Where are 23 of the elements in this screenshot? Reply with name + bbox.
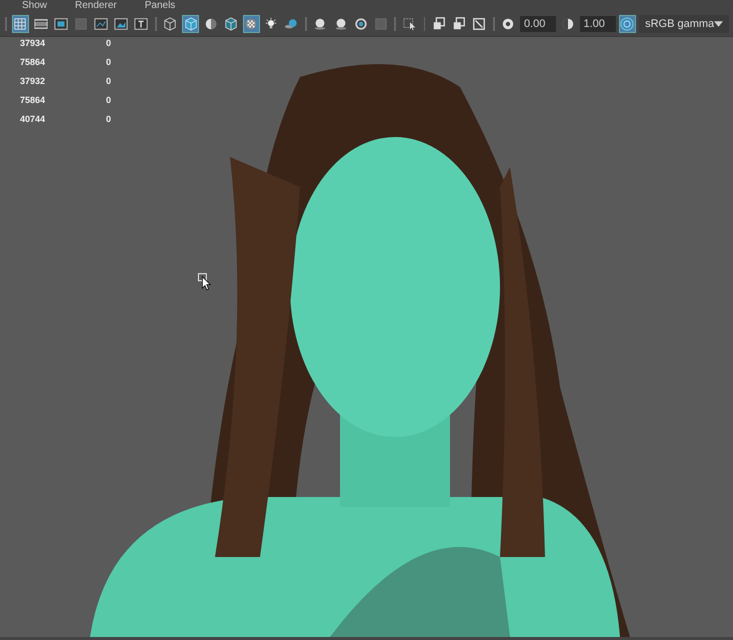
stat-value: 0 — [106, 113, 112, 126]
stat-value: 75864 — [20, 56, 46, 69]
number-field[interactable]: 0.00 — [520, 16, 556, 32]
color-space-dropdown[interactable]: sRGB gamma — [639, 15, 730, 33]
stat-value: 0 — [106, 94, 112, 107]
color-management-icon[interactable] — [618, 15, 636, 33]
stat-value: 75864 — [20, 94, 46, 107]
stat-value: 0 — [106, 56, 112, 69]
grid-icon[interactable] — [12, 15, 30, 33]
stat-value: 0 — [106, 75, 112, 88]
cube-icon[interactable] — [182, 15, 200, 33]
stat-value: 37934 — [20, 37, 46, 50]
menu-item[interactable]: Show — [22, 0, 48, 12]
stat-value: 0 — [106, 37, 112, 50]
menu-item[interactable]: Renderer — [75, 0, 117, 12]
caret-icon — [714, 21, 724, 27]
stat-value: 37932 — [20, 75, 46, 88]
number-field[interactable]: 1.00 — [580, 16, 616, 32]
stat-value: 40744 — [20, 113, 46, 126]
menu-item[interactable]: Panels — [144, 0, 176, 12]
cursor-icon — [198, 273, 212, 291]
checker-icon[interactable] — [242, 15, 260, 33]
diagonal-line-icon[interactable] — [470, 15, 488, 33]
